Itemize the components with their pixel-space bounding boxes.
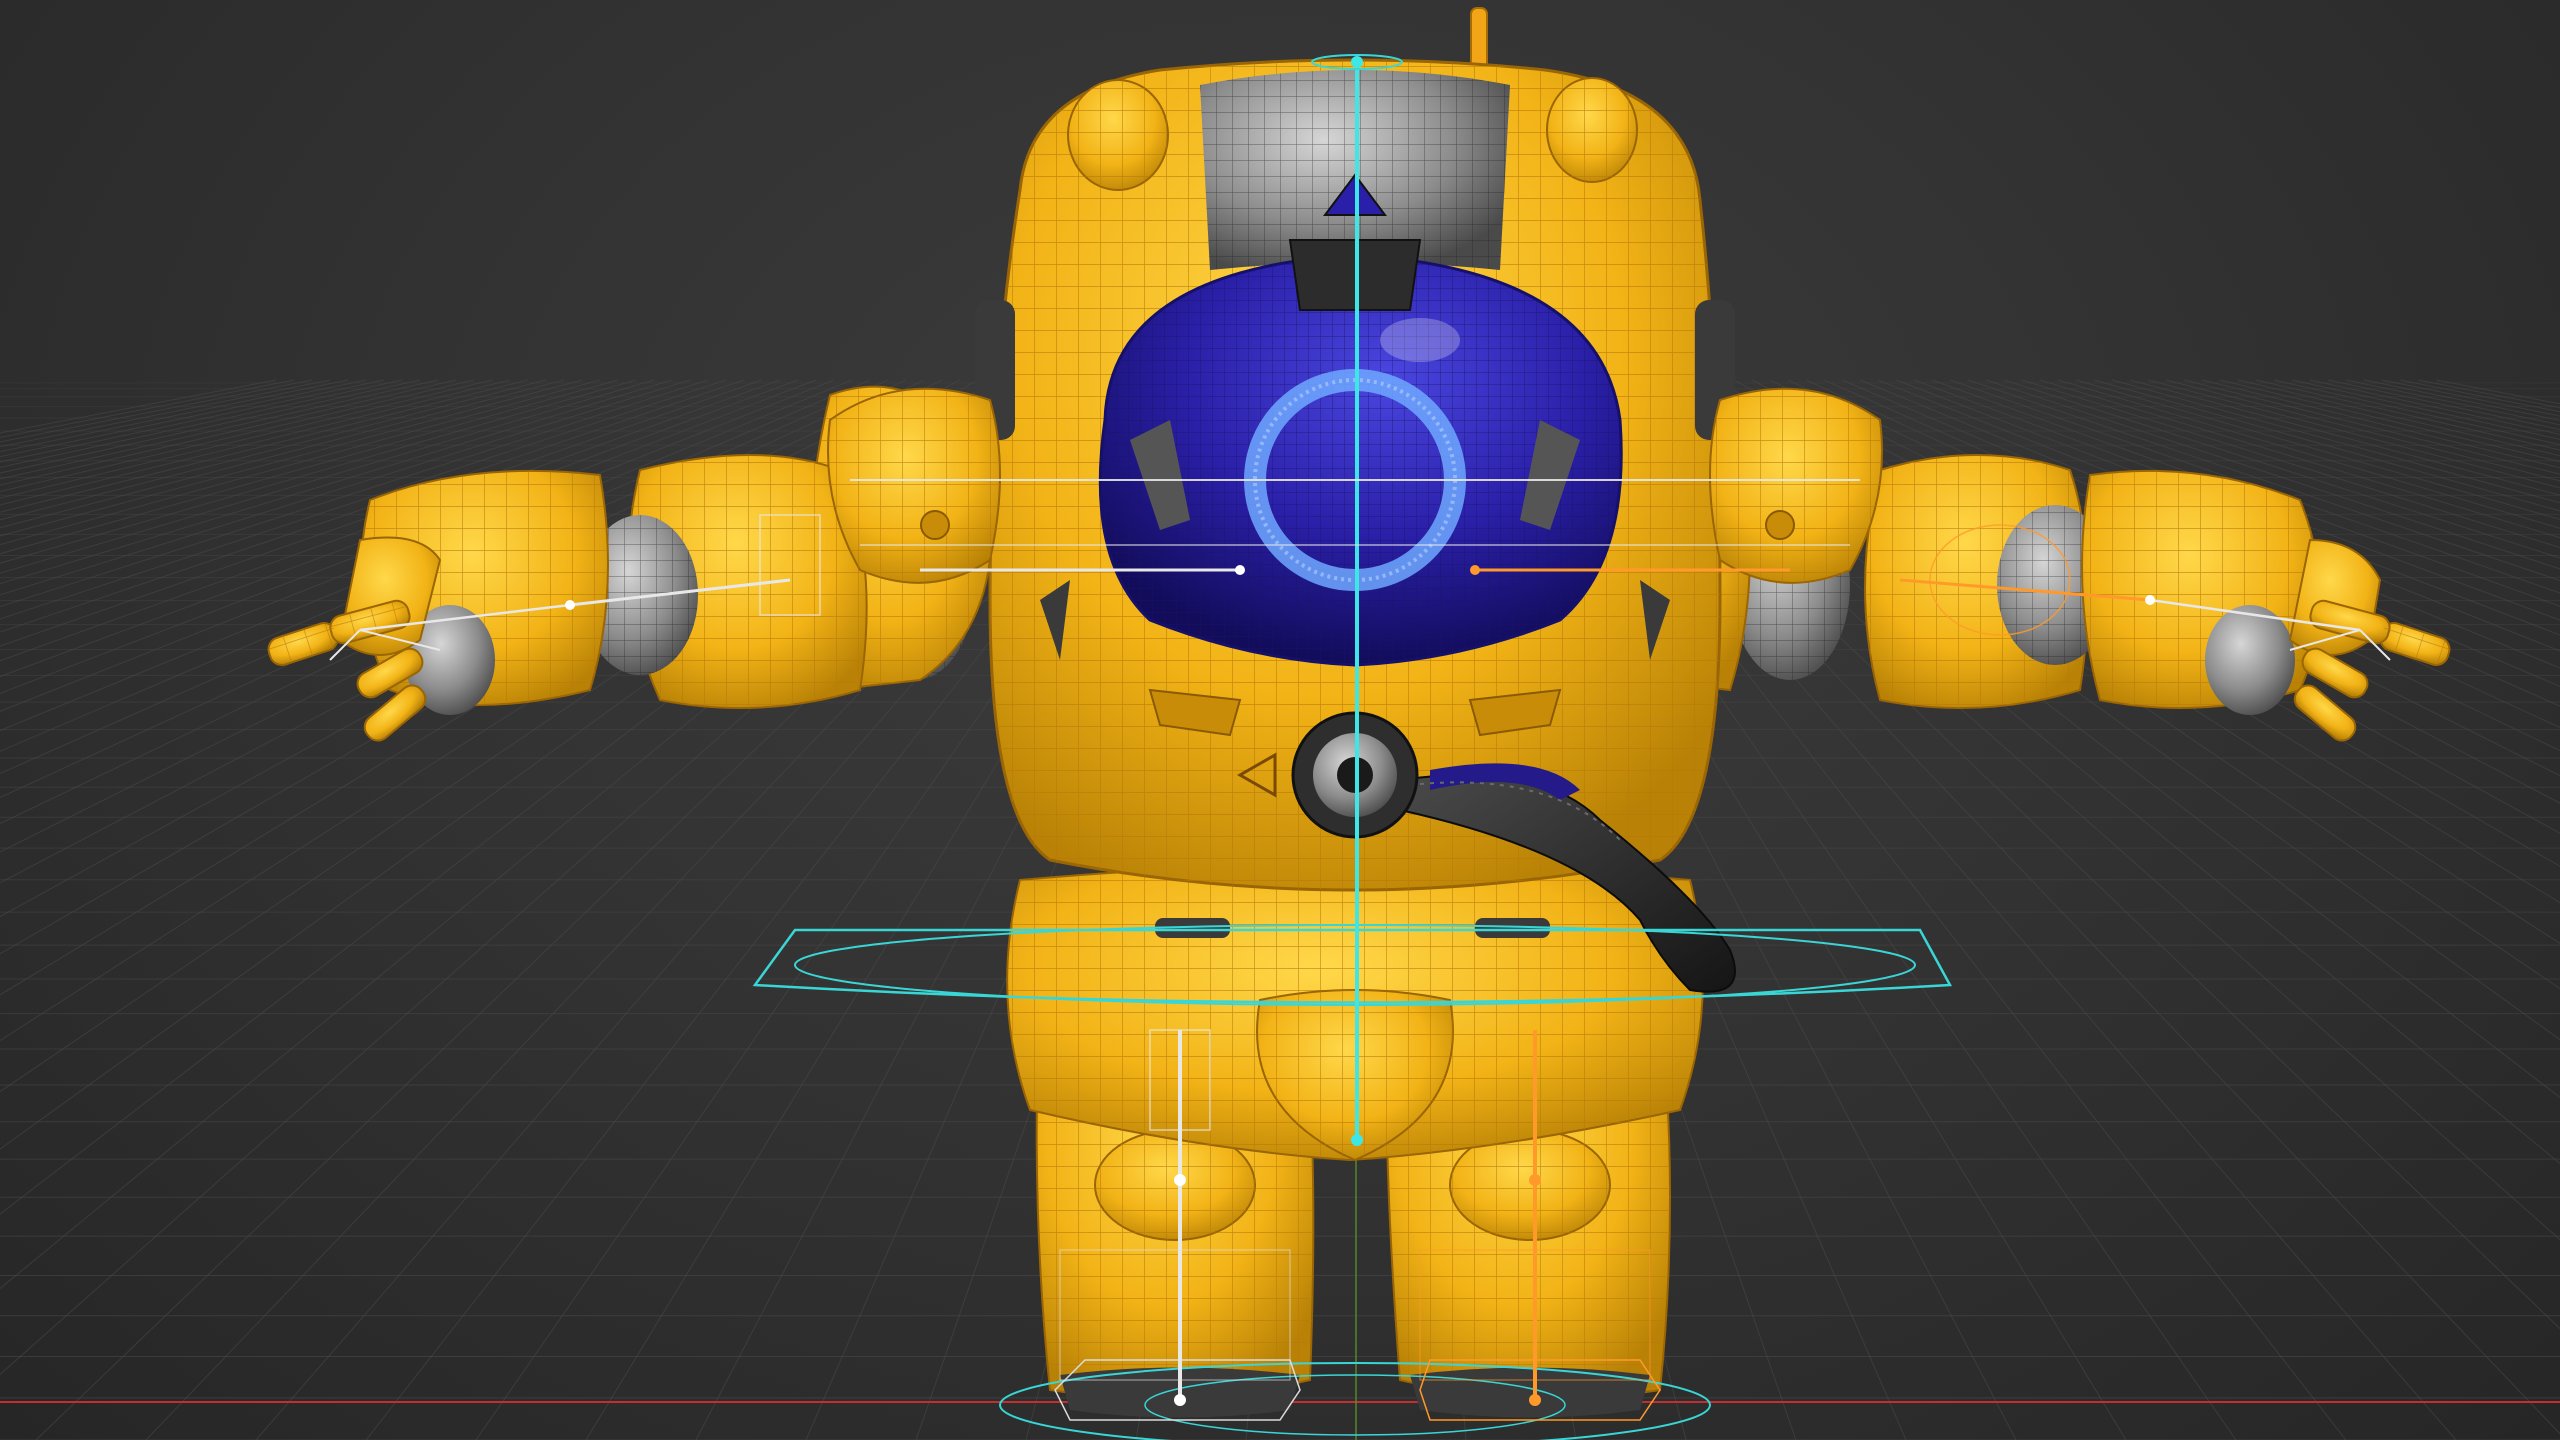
grid-line xyxy=(2345,379,2560,426)
grid-line xyxy=(2417,379,2560,409)
grid-line xyxy=(2363,379,2560,421)
grid-line xyxy=(2291,379,2560,440)
grid-line xyxy=(2399,379,2560,413)
grid-line xyxy=(0,379,367,458)
visor[interactable] xyxy=(1098,253,1623,667)
grid-line xyxy=(0,379,277,434)
grid-line xyxy=(0,379,331,448)
left-hand-fingers[interactable] xyxy=(265,598,430,745)
viewport-canvas[interactable] xyxy=(0,0,2560,1440)
grid-line xyxy=(2309,379,2560,435)
grid-line xyxy=(2273,379,2560,446)
right-hand-fingers[interactable] xyxy=(2290,598,2453,745)
grid-line xyxy=(0,379,313,443)
3d-viewport[interactable] xyxy=(0,0,2560,1440)
grid-line xyxy=(2435,379,2560,405)
grid-line xyxy=(0,379,385,463)
